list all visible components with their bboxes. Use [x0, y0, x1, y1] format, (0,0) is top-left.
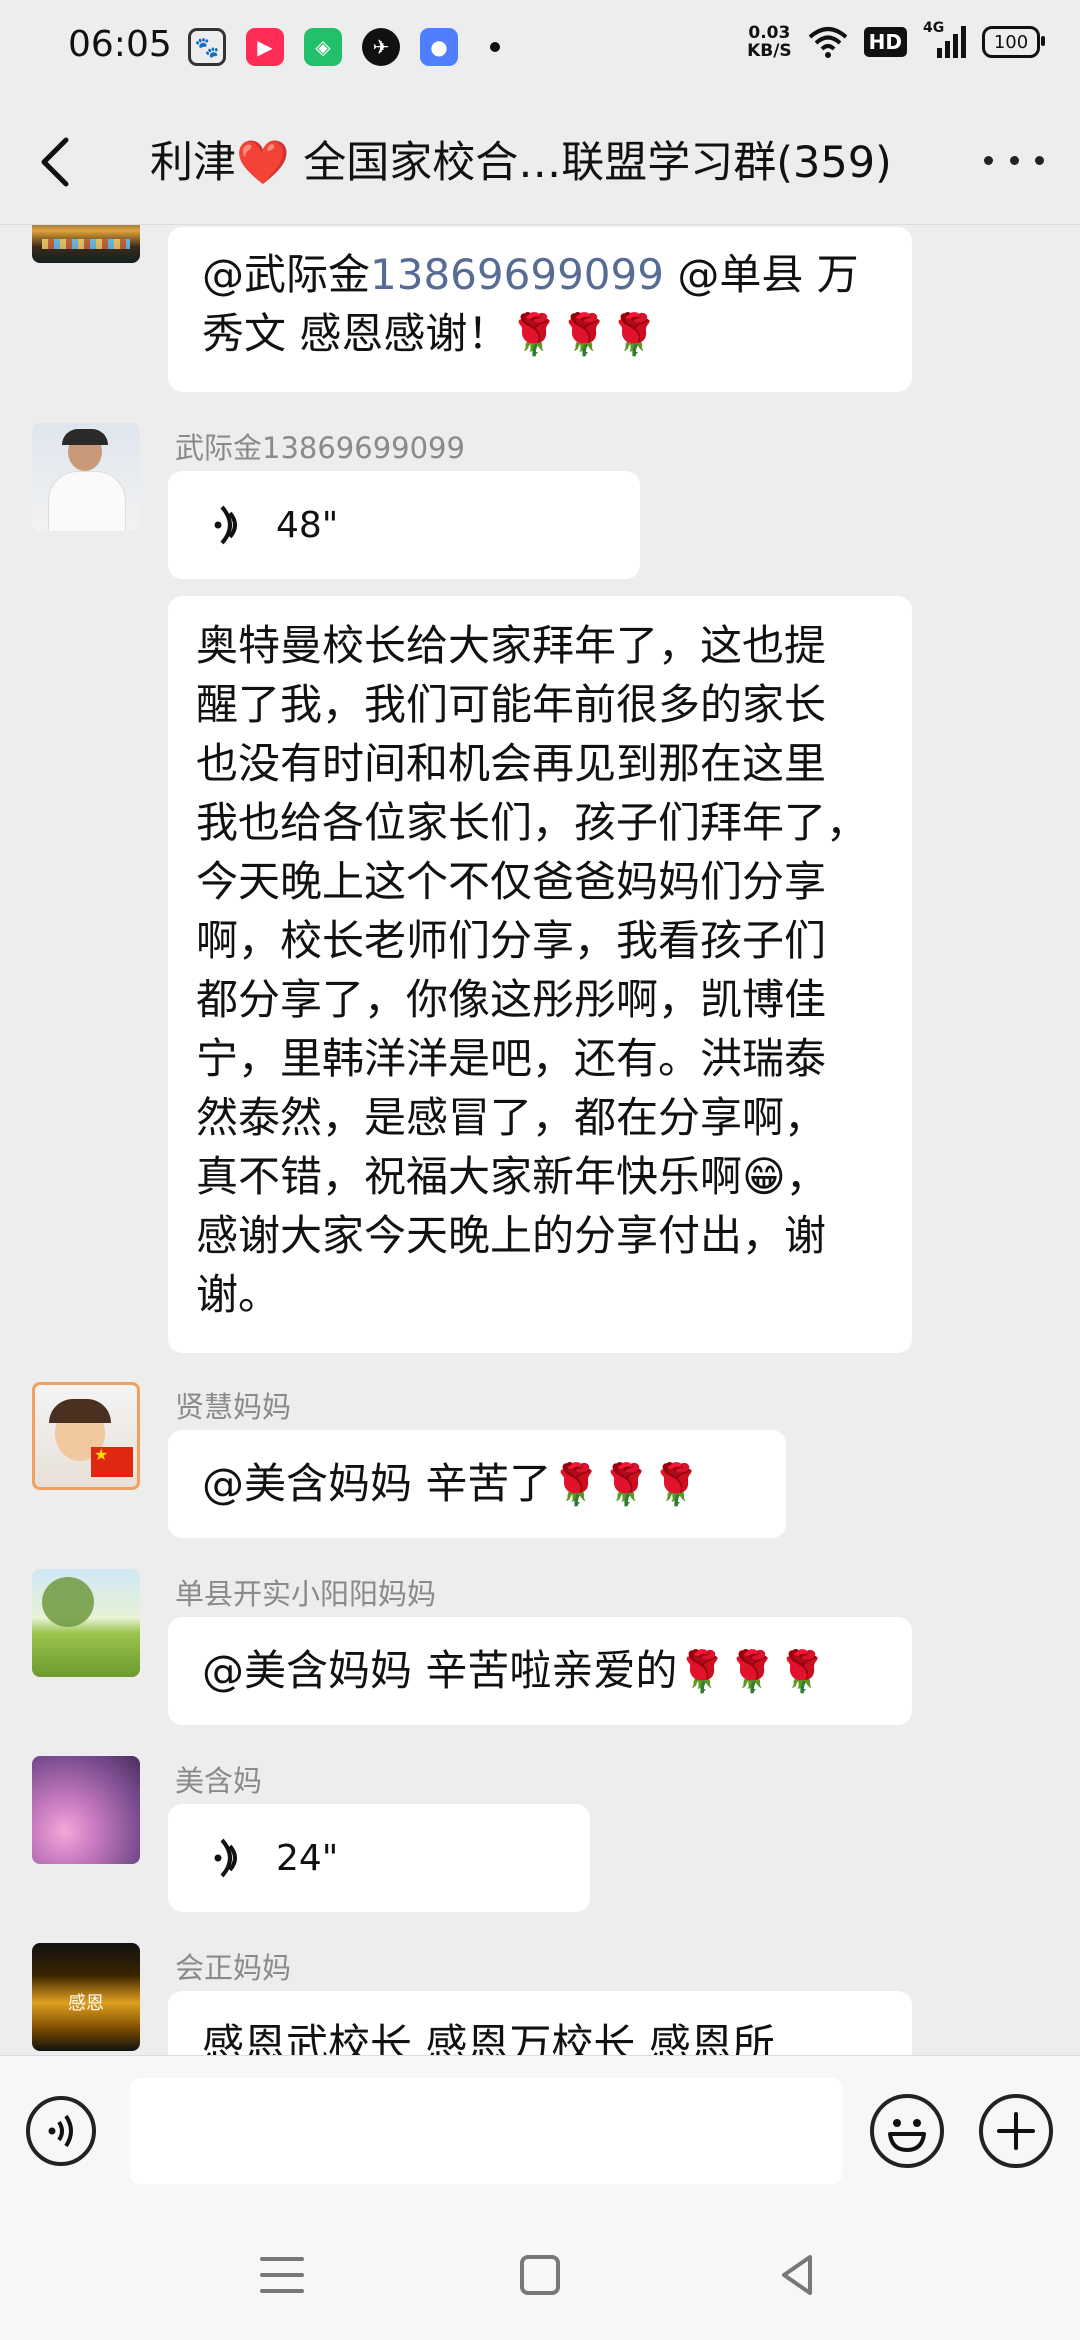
system-nav-bar	[0, 2205, 1080, 2340]
message-text-line: @武际金13869699099 @单县 万	[202, 245, 878, 304]
chat-app-icon: ●	[420, 28, 458, 66]
message-bubble[interactable]: 感恩武校长 感恩万校长 感恩所	[168, 1991, 912, 2055]
voice-wave-icon	[214, 505, 237, 545]
message-text-line: 今天晚上这个不仅爸爸妈妈们分享	[196, 857, 827, 906]
message-bubble[interactable]: @武际金13869699099 @单县 万 秀文 感恩感谢！🌹🌹🌹	[168, 227, 912, 392]
menu-icon[interactable]	[254, 2247, 310, 2303]
net-speed-value: 0.03	[748, 23, 791, 43]
paw-app-icon: 🐾	[188, 28, 226, 66]
sender-name: 单县开实小阳阳妈妈	[175, 1577, 437, 1611]
chat-input-bar	[0, 2055, 1080, 2206]
message-bubble[interactable]: @美含妈妈 辛苦了🌹🌹🌹	[168, 1430, 786, 1538]
home-icon[interactable]	[512, 2247, 568, 2303]
bird-app-icon: ✈	[362, 28, 400, 66]
message-text-line: 宁，里韩洋洋是吧，还有。洪瑞泰	[196, 1034, 827, 1083]
message-text-line: 然泰然，是感冒了，都在分享啊，	[196, 1093, 827, 1142]
gratitude-hands-avatar[interactable]: 感恩	[32, 1943, 140, 2051]
status-bar: 06:05 🐾 ▶ ◈ ✈ ● 0.03 KB/S HD 4G 100	[0, 0, 1080, 96]
battery-level: 100	[993, 31, 1029, 53]
message-text-line: 谢。	[196, 1270, 281, 1319]
city-night-avatar[interactable]	[32, 225, 140, 263]
wifi-icon	[808, 27, 847, 58]
message-text-line: 奥特曼校长给大家拜年了，这也提	[196, 621, 827, 670]
meadow-tree-avatar[interactable]	[32, 1569, 140, 1677]
message-text-line: 啊，校长老师们分享，我看孩子们	[196, 916, 827, 965]
voice-duration: 48"	[276, 504, 339, 546]
message-text-line: 都分享了，你像这彤彤啊，凯博佳	[196, 975, 827, 1024]
message-input[interactable]	[130, 2078, 842, 2184]
voice-message-bubble[interactable]: 48"	[168, 471, 640, 579]
net-speed: 0.03 KB/S	[747, 24, 792, 60]
message-text-line: 也没有时间和机会再见到那在这里	[196, 739, 827, 788]
message-text-line: 秀文 感恩感谢！🌹🌹🌹	[202, 304, 878, 365]
voice-wave-icon	[214, 1838, 237, 1878]
hd-badge: HD	[863, 27, 907, 57]
man-portrait-avatar[interactable]	[32, 423, 140, 531]
network-type: 4G	[923, 20, 945, 36]
voice-input-icon[interactable]	[26, 2096, 96, 2166]
emoji-icon[interactable]	[870, 2094, 944, 2168]
voice-message-bubble[interactable]: 24"	[168, 1804, 590, 1912]
chat-title: 利津❤️ 全国家校合…联盟学习群(359)	[150, 138, 892, 188]
plus-icon[interactable]	[979, 2094, 1053, 2168]
message-text: @单县 万	[663, 250, 859, 299]
kuaishou-app-icon: ▶	[246, 28, 284, 66]
child-flag-avatar[interactable]: ★	[32, 1382, 140, 1490]
status-indicators: 0.03 KB/S HD 4G 100	[747, 20, 1045, 60]
message-text: @美含妈妈 辛苦啦亲爱的	[202, 1646, 678, 1695]
voice-duration: 24"	[276, 1837, 339, 1879]
pink-flowers-avatar[interactable]	[32, 1756, 140, 1864]
sender-name: 贤慧妈妈	[175, 1390, 292, 1424]
sender-name: 美含妈	[175, 1764, 263, 1798]
back-triangle-icon[interactable]	[770, 2247, 826, 2303]
rose-emojis: 🌹🌹🌹	[551, 1462, 701, 1508]
message-bubble[interactable]: @美含妈妈 辛苦啦亲爱的🌹🌹🌹	[168, 1617, 912, 1725]
rose-emojis: 🌹🌹🌹	[509, 312, 659, 358]
message-text-line: 我也给各位家长们，孩子们拜年了，	[196, 798, 869, 847]
message-bubble[interactable]: 奥特曼校长给大家拜年了，这也提 醒了我，我们可能年前很多的家长 也没有时间和机会…	[168, 596, 912, 1353]
battery-icon: 100	[982, 26, 1045, 58]
message-text: @美含妈妈 辛苦了	[202, 1459, 552, 1508]
notification-icons: 🐾 ▶ ◈ ✈ ●	[188, 28, 500, 66]
status-time: 06:05	[68, 24, 172, 65]
message-text: 秀文 感恩感谢！	[202, 309, 510, 358]
message-list[interactable]: @武际金13869699099 @单县 万 秀文 感恩感谢！🌹🌹🌹 武际金138…	[0, 225, 1080, 2055]
rose-emojis: 🌹🌹🌹	[677, 1649, 827, 1695]
message-text-line: 感谢大家今天晚上的分享付出，谢	[196, 1211, 827, 1260]
net-speed-unit: KB/S	[747, 41, 792, 61]
shopping-app-icon: ◈	[304, 28, 342, 66]
message-text-line: 醒了我，我们可能年前很多的家长	[196, 680, 827, 729]
more-notifications-dot	[490, 42, 500, 52]
message-text-line: 真不错，祝福大家新年快乐啊😁，	[196, 1152, 828, 1201]
avatar-text: 感恩	[68, 1993, 104, 2014]
chat-header: 利津❤️ 全国家校合…联盟学习群(359)	[0, 96, 1080, 225]
mention[interactable]: @武际金	[202, 250, 370, 299]
signal-icon: 4G	[923, 20, 966, 58]
sender-name: 武际金13869699099	[175, 431, 465, 465]
more-options-icon[interactable]	[984, 150, 1044, 170]
message-text: 感恩武校长 感恩万校长 感恩所	[202, 2020, 775, 2055]
phone-link[interactable]: 13869699099	[370, 250, 664, 299]
sender-name: 会正妈妈	[175, 1951, 292, 1985]
back-icon[interactable]	[30, 132, 80, 192]
